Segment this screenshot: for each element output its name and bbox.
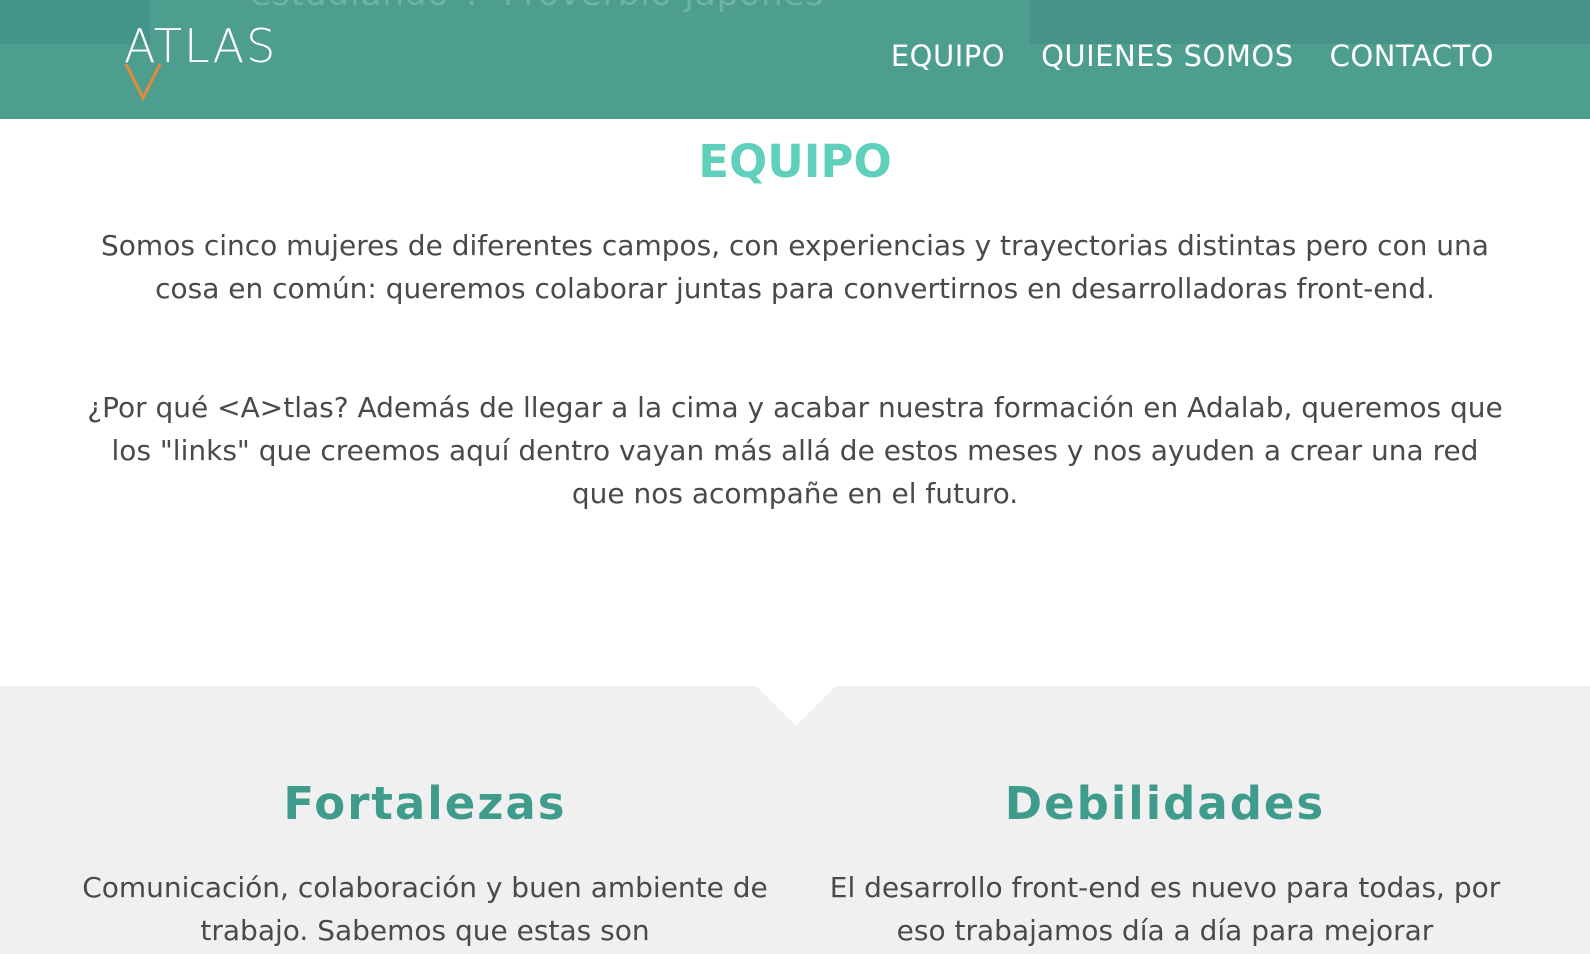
nav-link-contacto[interactable]: CONTACTO bbox=[1330, 36, 1494, 76]
section-divider-notch bbox=[756, 686, 836, 726]
site-header: estudiando". -Proverbio japonés ATLAS EQ… bbox=[0, 0, 1590, 119]
nav-link-equipo[interactable]: EQUIPO bbox=[891, 36, 1005, 76]
atlas-logo[interactable]: ATLAS bbox=[124, 18, 294, 108]
equipo-description: Somos cinco mujeres de diferentes campos… bbox=[101, 229, 1489, 305]
equipo-title: EQUIPO bbox=[698, 135, 892, 188]
nav-link-quienes-somos[interactable]: QUIENES SOMOS bbox=[1041, 36, 1294, 76]
strengths-title: Fortalezas bbox=[283, 777, 567, 830]
main-nav: EQUIPO QUIENES SOMOS CONTACTO bbox=[891, 36, 1494, 76]
equipo-why-atlas: ¿Por qué <A>tlas? Además de llegar a la … bbox=[87, 391, 1503, 510]
logo-chevron-icon bbox=[124, 63, 162, 102]
weaknesses-title: Debilidades bbox=[1004, 777, 1326, 830]
header-background-quote: estudiando". -Proverbio japonés bbox=[250, 0, 824, 14]
strengths-text: Comunicación, colaboración y buen ambien… bbox=[82, 871, 768, 947]
weaknesses-text: El desarrollo front-end es nuevo para to… bbox=[829, 871, 1501, 947]
